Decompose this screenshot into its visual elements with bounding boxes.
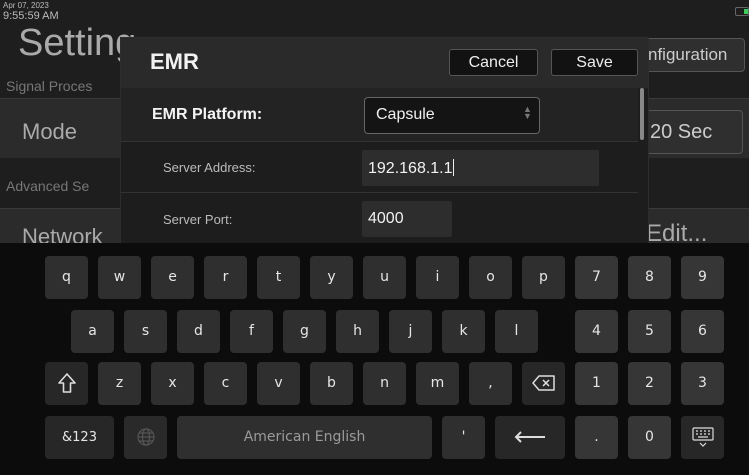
shift-icon <box>57 373 76 393</box>
emr-platform-select[interactable]: Capsule ▲ ▼ <box>364 97 540 134</box>
key-m[interactable]: m <box>416 362 459 405</box>
key-9[interactable]: 9 <box>681 256 724 299</box>
save-button[interactable]: Save <box>551 49 638 76</box>
server-port-value: 4000 <box>368 210 404 227</box>
dialog-header: EMR Cancel Save <box>121 38 648 88</box>
key-k[interactable]: k <box>442 310 485 353</box>
space-key[interactable]: American English <box>177 416 432 459</box>
key-e[interactable]: e <box>151 256 194 299</box>
key-r[interactable]: r <box>204 256 247 299</box>
key-c[interactable]: c <box>204 362 247 405</box>
server-address-value: 192.168.1.1 <box>368 160 453 177</box>
text-cursor <box>452 159 454 176</box>
key-z[interactable]: z <box>98 362 141 405</box>
server-address-label: Server Address: <box>163 160 256 175</box>
key-7[interactable]: 7 <box>575 256 618 299</box>
status-date: Apr 07, 2023 <box>3 1 49 10</box>
key-dot[interactable]: . <box>575 416 618 459</box>
battery-icon <box>735 7 749 16</box>
backspace-icon <box>531 375 555 391</box>
symbols-key[interactable]: &123 <box>45 416 114 459</box>
key-j[interactable]: j <box>389 310 432 353</box>
enter-icon <box>514 431 545 443</box>
emr-dialog: EMR Cancel Save EMR Platform: Capsule ▲ ▼… <box>120 37 649 260</box>
server-port-input[interactable]: 4000 <box>362 201 452 237</box>
cancel-button[interactable]: Cancel <box>449 49 538 76</box>
key-v[interactable]: v <box>257 362 300 405</box>
key-2[interactable]: 2 <box>628 362 671 405</box>
key-s[interactable]: s <box>124 310 167 353</box>
key-f[interactable]: f <box>230 310 273 353</box>
server-address-input[interactable]: 192.168.1.1 <box>362 150 599 186</box>
key-o[interactable]: o <box>469 256 512 299</box>
page-title: Setting <box>18 22 137 64</box>
key-g[interactable]: g <box>283 310 326 353</box>
key-5[interactable]: 5 <box>628 310 671 353</box>
key-3[interactable]: 3 <box>681 362 724 405</box>
key-1[interactable]: 1 <box>575 362 618 405</box>
key-b[interactable]: b <box>310 362 353 405</box>
emr-platform-value: Capsule <box>376 106 435 123</box>
key-l[interactable]: l <box>495 310 538 353</box>
globe-key[interactable] <box>124 416 167 459</box>
shift-key[interactable] <box>45 362 88 405</box>
key-0[interactable]: 0 <box>628 416 671 459</box>
key-a[interactable]: a <box>71 310 114 353</box>
backspace-key[interactable] <box>522 362 565 405</box>
key-w[interactable]: w <box>98 256 141 299</box>
key-y[interactable]: y <box>310 256 353 299</box>
key-x[interactable]: x <box>151 362 194 405</box>
key-q[interactable]: q <box>45 256 88 299</box>
select-arrows-icon: ▲ ▼ <box>523 104 532 121</box>
key-u[interactable]: u <box>363 256 406 299</box>
on-screen-keyboard: q w e r t y u i o p 7 8 9 a s d f g h j … <box>0 243 749 475</box>
section-advanced-settings: Advanced Se <box>6 178 90 194</box>
key-6[interactable]: 6 <box>681 310 724 353</box>
key-4[interactable]: 4 <box>575 310 618 353</box>
key-t[interactable]: t <box>257 256 300 299</box>
mode-label: Mode <box>22 119 78 144</box>
key-8[interactable]: 8 <box>628 256 671 299</box>
key-p[interactable]: p <box>522 256 565 299</box>
dialog-title: EMR <box>150 49 199 74</box>
status-datetime: Apr 07, 2023 9:55:59 AM <box>3 2 59 22</box>
key-d[interactable]: d <box>177 310 220 353</box>
key-n[interactable]: n <box>363 362 406 405</box>
server-port-label: Server Port: <box>163 212 233 227</box>
enter-key[interactable] <box>495 416 565 459</box>
key-apostrophe[interactable]: ' <box>442 416 485 459</box>
key-comma[interactable]: , <box>469 362 512 405</box>
status-time: 9:55:59 AM <box>3 10 59 22</box>
section-signal-processing: Signal Proces <box>6 78 93 94</box>
globe-icon <box>136 428 155 446</box>
emr-platform-label: EMR Platform: <box>152 106 263 123</box>
key-i[interactable]: i <box>416 256 459 299</box>
key-h[interactable]: h <box>336 310 379 353</box>
hide-keyboard-key[interactable] <box>681 416 724 459</box>
dialog-scrollbar[interactable] <box>640 88 644 140</box>
hide-keyboard-icon <box>691 427 714 447</box>
